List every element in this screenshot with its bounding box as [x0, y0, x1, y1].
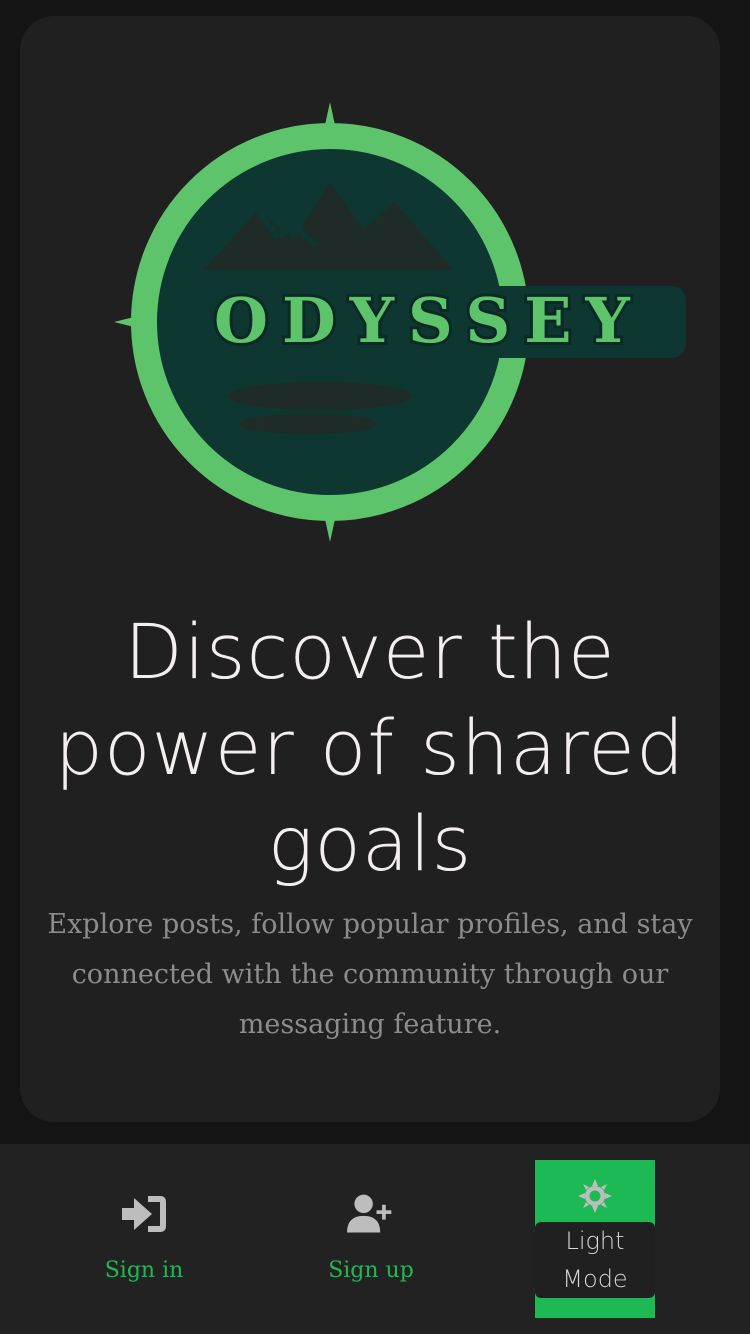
light-mode-toggle[interactable]: Light Mode	[535, 1160, 655, 1318]
landing-screen: ODYSSEY Discover the power of shared goa…	[0, 0, 750, 1334]
hero-headline: Discover the power of shared goals	[54, 607, 686, 888]
user-plus-icon	[347, 1192, 395, 1236]
hero-card: ODYSSEY Discover the power of shared goa…	[20, 16, 720, 1122]
hero-description: Explore posts, follow popular profiles, …	[47, 909, 693, 1040]
sign-up-button[interactable]: Sign up	[306, 1144, 436, 1334]
bottom-navigation: Sign in Sign up Light Mode	[0, 1144, 750, 1334]
sun-icon	[577, 1178, 613, 1214]
odyssey-logo: ODYSSEY	[108, 90, 688, 550]
sign-in-label: Sign in	[104, 1258, 184, 1283]
sign-in-button[interactable]: Sign in	[84, 1144, 204, 1334]
light-mode-label: Light Mode	[562, 1227, 628, 1293]
compass-mountain-logo-icon: ODYSSEY	[114, 102, 686, 542]
mode-label-box: Light Mode	[535, 1222, 655, 1298]
sign-up-label: Sign up	[328, 1258, 414, 1283]
sign-in-icon	[120, 1192, 168, 1236]
logo-wordmark: ODYSSEY	[214, 284, 644, 357]
